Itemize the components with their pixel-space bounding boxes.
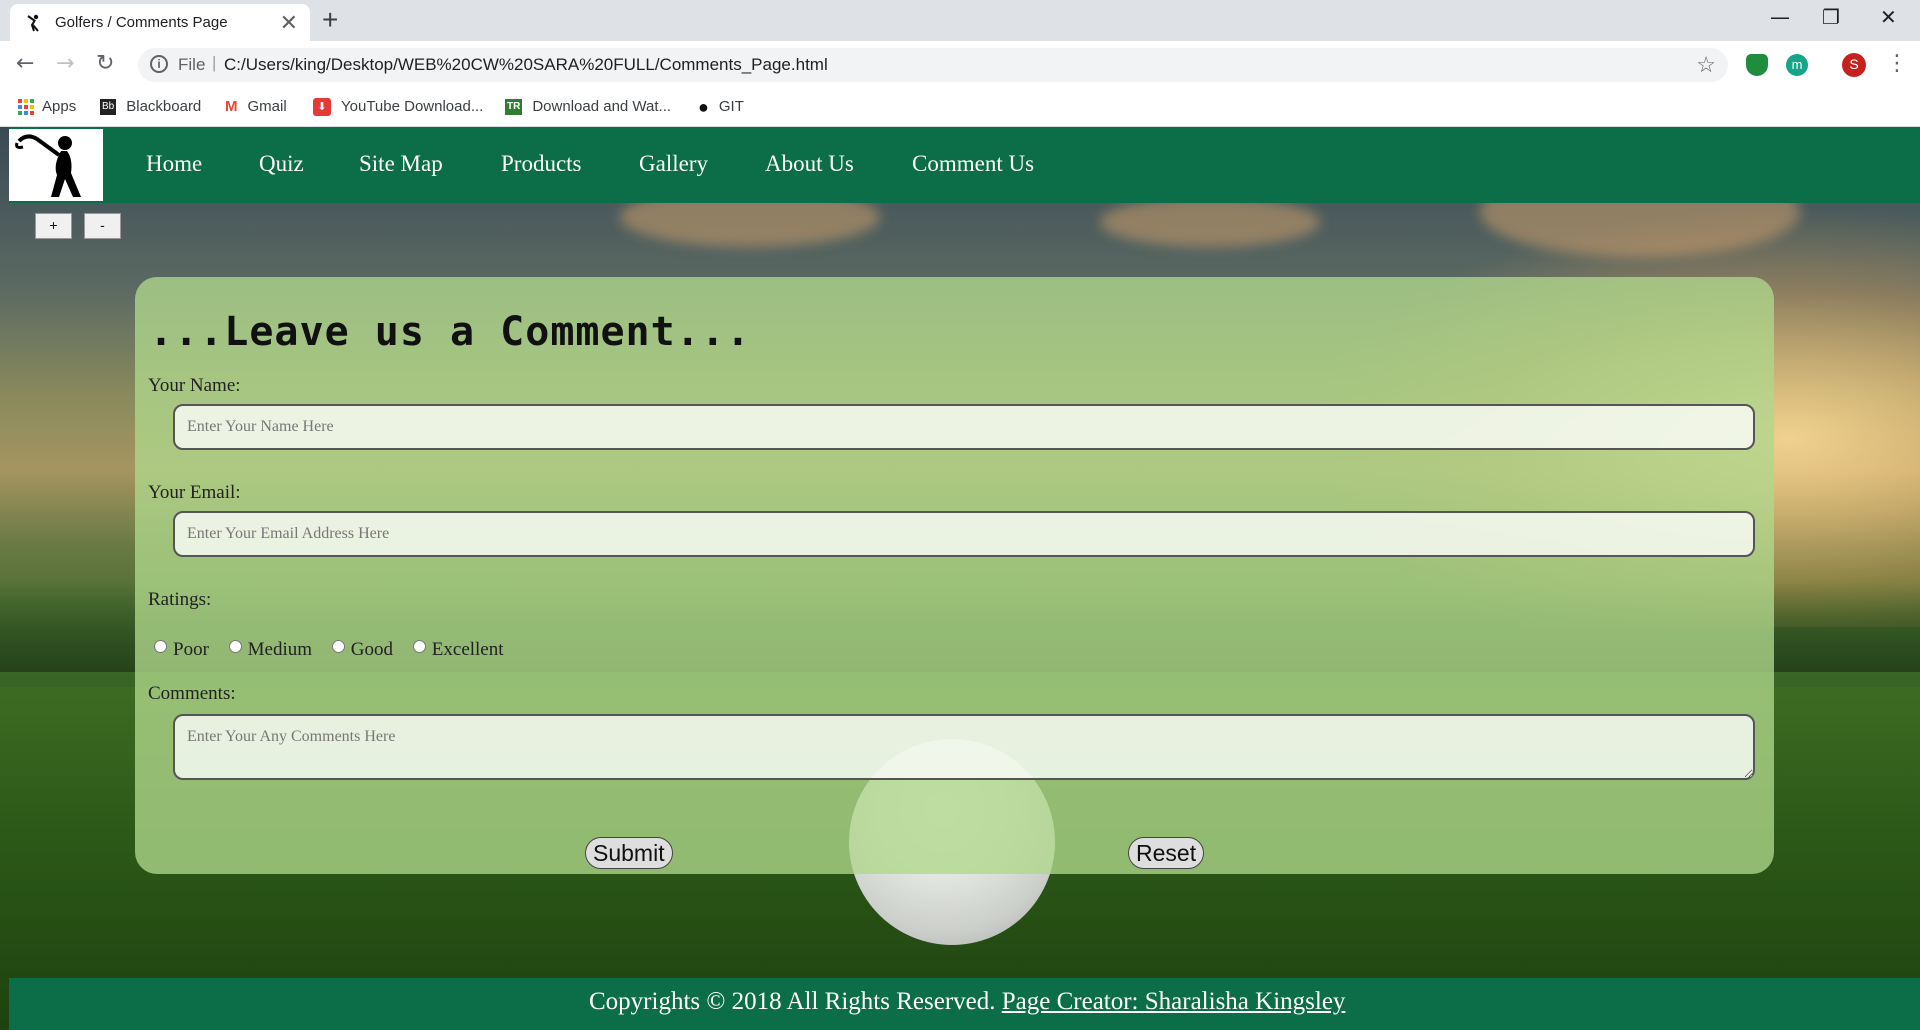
form-heading: ...Leave us a Comment... (149, 309, 751, 355)
address-separator: | (212, 53, 217, 72)
youtube-download-icon: ⬇ (313, 98, 331, 117)
bookmark-label: Apps (42, 98, 77, 115)
back-icon[interactable]: ← (16, 51, 34, 76)
bookmark-star-icon[interactable]: ☆ (1696, 52, 1716, 78)
nav-about-us[interactable]: About Us (765, 151, 854, 177)
bookmark-git[interactable]: ● GIT (698, 95, 744, 119)
email-input[interactable] (173, 511, 1755, 557)
page-background: Home Quiz Site Map Products Gallery Abou… (0, 127, 1920, 1030)
nav-home[interactable]: Home (146, 151, 202, 177)
golfer-logo[interactable] (9, 129, 103, 201)
rating-radio-excellent[interactable] (412, 640, 426, 653)
ratings-label: Ratings: (148, 589, 212, 610)
new-tab-button[interactable]: + (322, 4, 338, 36)
github-icon: ● (698, 97, 709, 118)
apps-grid-icon (18, 99, 34, 116)
rating-radio-medium[interactable] (228, 640, 242, 653)
golfer-logo-icon (15, 134, 81, 197)
browser-toolbar: ← → ↻ i File | C:/Users/king/Desktop/WEB… (0, 41, 1920, 87)
reset-button[interactable]: Reset (1128, 837, 1205, 869)
nav-comment-us[interactable]: Comment Us (912, 151, 1034, 177)
minimize-icon[interactable]: — (1770, 5, 1790, 29)
bookmark-label: GIT (718, 98, 744, 115)
comments-textarea[interactable] (173, 714, 1755, 780)
rating-option-poor[interactable]: Poor (148, 639, 209, 661)
ratings-group: Poor Medium Good Excellent (148, 639, 513, 661)
bookmark-gmail[interactable]: M Gmail (225, 95, 287, 119)
bookmark-youtube-download[interactable]: ⬇ YouTube Download... (313, 95, 483, 119)
window-close-icon[interactable]: ✕ (1880, 5, 1897, 29)
blackboard-icon: Bb (100, 99, 117, 116)
rating-option-excellent[interactable]: Excellent (407, 639, 504, 661)
bookmark-label: Gmail (247, 98, 287, 115)
rating-label: Poor (173, 639, 209, 660)
bookmarks-bar: Apps Bb Blackboard M Gmail ⬇ YouTube Downlo… (0, 87, 1920, 127)
rating-option-medium[interactable]: Medium (223, 639, 312, 661)
cloud (1100, 197, 1320, 247)
reload-icon[interactable]: ↻ (96, 51, 114, 76)
submit-button[interactable]: Submit (585, 837, 673, 869)
zoom-out-button[interactable]: - (84, 213, 121, 239)
nav-site-map[interactable]: Site Map (359, 151, 443, 177)
rating-label: Medium (247, 639, 313, 660)
forward-icon[interactable]: → (56, 51, 74, 76)
rating-label: Good (350, 639, 394, 660)
shield-extension-icon[interactable] (1746, 54, 1768, 76)
restore-icon[interactable]: ❐ (1822, 5, 1840, 29)
zoom-in-button[interactable]: + (35, 213, 72, 239)
site-footer: Copyrights © 2018 All Rights Reserved. P… (9, 978, 1920, 1030)
browser-tabstrip: Golfers / Comments Page ✕ + — ❐ ✕ (0, 0, 1920, 41)
download-watch-icon: TR (505, 99, 523, 116)
tab-title: Golfers / Comments Page (55, 14, 228, 31)
golfer-favicon-icon (27, 14, 39, 32)
site-navbar: Home Quiz Site Map Products Gallery Abou… (9, 127, 1920, 203)
browser-tab-active[interactable]: Golfers / Comments Page ✕ (10, 4, 310, 41)
bookmark-apps[interactable]: Apps (18, 95, 76, 119)
comments-label: Comments: (148, 683, 236, 704)
bookmark-blackboard[interactable]: Bb Blackboard (100, 95, 201, 119)
comment-form-panel: ...Leave us a Comment... Your Name: Your… (135, 277, 1774, 874)
address-scheme: File (178, 55, 206, 74)
nav-gallery[interactable]: Gallery (639, 151, 708, 177)
bookmark-label: Blackboard (126, 98, 202, 115)
rating-radio-poor[interactable] (154, 640, 167, 653)
rating-option-good[interactable]: Good (326, 639, 393, 661)
address-bar[interactable]: i File | C:/Users/king/Desktop/WEB%20CW%… (138, 48, 1728, 82)
name-input[interactable] (173, 404, 1755, 450)
m-extension-icon[interactable]: m (1786, 54, 1808, 76)
email-label: Your Email: (148, 482, 241, 503)
browser-menu-icon[interactable]: ⋮ (1886, 51, 1908, 76)
nav-products[interactable]: Products (501, 151, 582, 177)
rating-label: Excellent (431, 639, 504, 660)
copyright-text: Copyrights © 2018 All Rights Reserved. (589, 988, 996, 1015)
gmail-icon: M (225, 98, 238, 116)
tab-close-icon[interactable]: ✕ (280, 10, 298, 36)
nav-quiz[interactable]: Quiz (259, 151, 304, 177)
footer-text: Copyrights © 2018 All Rights Reserved. P… (589, 988, 1345, 1016)
bookmark-label: YouTube Download... (341, 98, 484, 115)
bookmark-label: Download and Wat... (532, 98, 672, 115)
bookmark-download-watch[interactable]: TR Download and Wat... (505, 95, 671, 119)
rating-radio-good[interactable] (331, 640, 345, 653)
page-creator-link[interactable]: Page Creator: Sharalisha Kingsley (1002, 988, 1346, 1015)
name-label: Your Name: (148, 375, 241, 396)
site-info-icon[interactable]: i (150, 55, 168, 73)
profile-avatar[interactable]: S (1842, 53, 1866, 77)
address-url[interactable]: C:/Users/king/Desktop/WEB%20CW%20SARA%20… (224, 55, 828, 75)
